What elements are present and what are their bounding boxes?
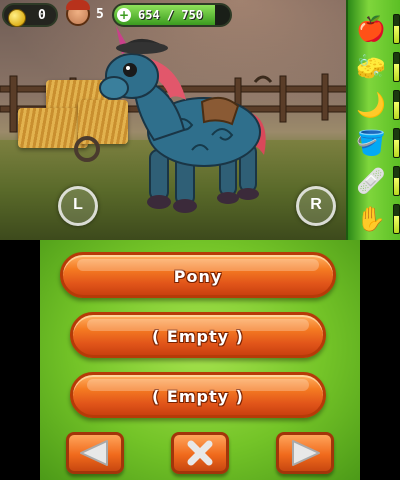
next-button[interactable] — [276, 432, 334, 474]
save-slot-2-label: ( Empty ) — [152, 327, 244, 346]
rotate-right-button[interactable]: R — [296, 186, 336, 226]
hand-icon: ✋ — [356, 205, 386, 233]
previous-button[interactable] — [66, 432, 124, 474]
health-value: 654 / 750 — [138, 8, 204, 22]
pony-character[interactable] — [92, 20, 282, 220]
care-pet-meter — [393, 204, 400, 234]
care-grooming-button[interactable]: 🧽 — [352, 50, 390, 84]
care-grooming-meter — [393, 52, 400, 82]
meter-fill — [394, 26, 399, 43]
pony-health-bar: + 654 / 750 — [112, 3, 232, 27]
rotate-right-icon: R — [310, 196, 322, 213]
arrow-left-icon — [80, 440, 108, 466]
coin-icon — [8, 9, 26, 27]
meter-fill — [394, 216, 399, 233]
save-slot-3-button[interactable]: ( Empty ) — [70, 372, 326, 418]
moon-icon: 🌙 — [356, 91, 386, 119]
care-sleep-button[interactable]: 🌙 — [352, 88, 390, 122]
care-water-meter — [393, 128, 400, 158]
close-icon — [187, 440, 213, 466]
sponge-icon: 🧽 — [356, 53, 386, 81]
meter-fill — [394, 178, 399, 195]
care-sidebar: 🍎 🧽 🌙 🪣 🩹 ✋ — [346, 0, 400, 240]
bucket-icon: 🪣 — [356, 129, 386, 157]
care-water-button[interactable]: 🪣 — [352, 126, 390, 160]
care-health-button[interactable]: 🩹 — [352, 164, 390, 198]
meter-fill — [394, 140, 399, 157]
meter-fill — [394, 102, 399, 119]
care-food-meter — [393, 14, 400, 44]
game-screen: 0 5 + 654 / 750 L R 🍎 🧽 🌙 🪣 🩹 ✋ Pony ( Empty … — [0, 0, 400, 480]
save-slot-1-button[interactable]: Pony — [60, 252, 336, 298]
health-plus-icon: + — [117, 8, 131, 22]
save-slot-3-label: ( Empty ) — [152, 387, 244, 406]
save-slot-2-button[interactable]: ( Empty ) — [70, 312, 326, 358]
top-screen-3d-view: 0 5 + 654 / 750 L R 🍎 🧽 🌙 🪣 🩹 ✋ — [0, 0, 400, 240]
care-food-button[interactable]: 🍎 — [352, 12, 390, 46]
care-pet-button[interactable]: ✋ — [352, 202, 390, 236]
care-health-meter — [393, 166, 400, 196]
rotate-left-icon: L — [73, 196, 83, 213]
first-aid-icon: 🩹 — [356, 167, 386, 195]
bottom-screen-save-slots: Pony ( Empty ) ( Empty ) — [40, 240, 360, 480]
coin-counter: 0 — [2, 3, 58, 27]
save-slot-1-label: Pony — [173, 267, 223, 286]
cancel-button[interactable] — [171, 432, 229, 474]
player-level: 5 — [96, 7, 104, 22]
arrow-right-icon — [292, 440, 320, 466]
rotate-left-button[interactable]: L — [58, 186, 98, 226]
player-avatar-icon — [66, 0, 90, 26]
meter-fill — [394, 64, 399, 81]
coin-count: 0 — [38, 8, 46, 23]
care-sleep-meter — [393, 90, 400, 120]
apple-carrot-icon: 🍎 — [356, 15, 386, 43]
